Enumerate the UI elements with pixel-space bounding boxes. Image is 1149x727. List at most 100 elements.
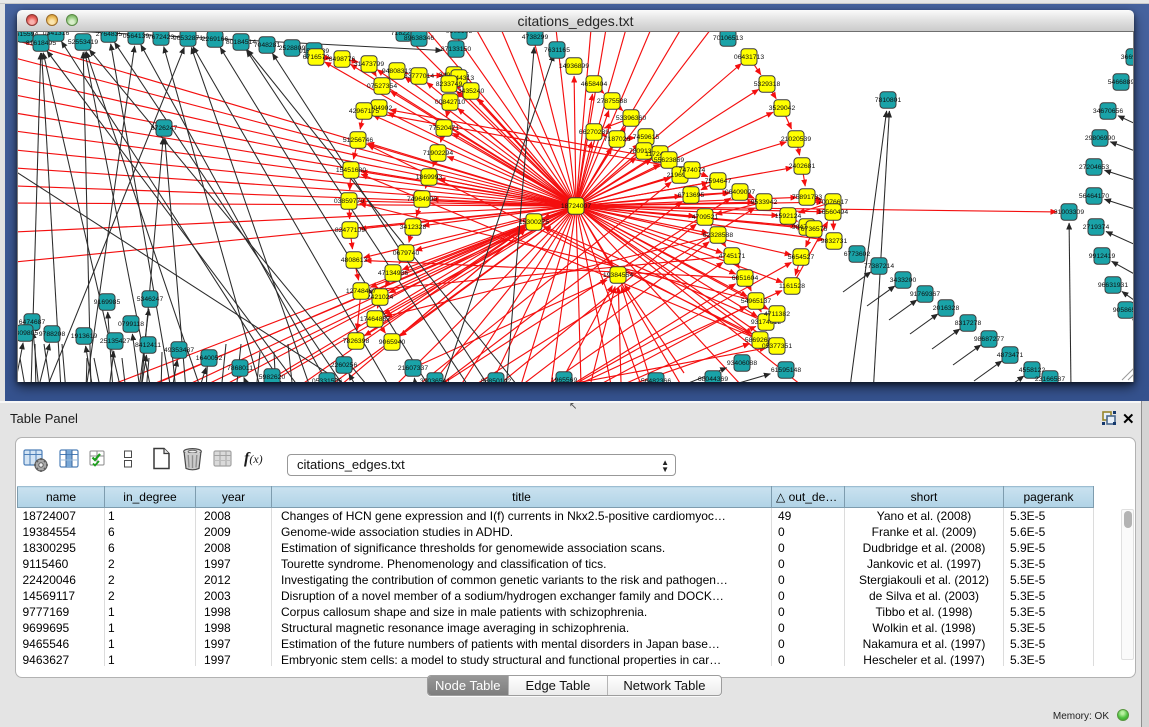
- svg-text:07527354: 07527354: [367, 83, 397, 90]
- svg-text:7187026: 7187026: [604, 136, 631, 143]
- svg-text:00842710: 00842710: [435, 99, 465, 106]
- svg-text:6736576: 6736576: [801, 226, 828, 233]
- svg-text:8726247: 8726247: [151, 125, 178, 132]
- svg-text:06431713: 06431713: [734, 54, 764, 61]
- svg-text:9065940: 9065940: [379, 339, 406, 346]
- svg-text:68044369: 68044369: [698, 376, 728, 382]
- svg-text:1869993: 1869993: [416, 174, 443, 181]
- svg-text:25135427: 25135427: [100, 338, 130, 345]
- svg-text:7672423: 7672423: [148, 34, 175, 41]
- svg-text:91769367: 91769367: [910, 291, 940, 298]
- svg-text:7868011: 7868011: [227, 365, 253, 372]
- svg-text:1965569: 1965569: [551, 377, 578, 382]
- svg-text:70106513: 70106513: [713, 35, 743, 42]
- svg-text:9912419: 9912419: [1089, 253, 1116, 260]
- svg-text:14936899: 14936899: [559, 63, 589, 70]
- svg-text:19384554: 19384554: [603, 272, 633, 279]
- svg-text:74964990: 74964990: [407, 196, 437, 203]
- svg-text:21607337: 21607337: [398, 365, 428, 372]
- svg-text:7631165: 7631165: [544, 47, 570, 54]
- svg-text:3529042: 3529042: [769, 105, 796, 112]
- svg-text:4808613: 4808613: [341, 257, 368, 264]
- svg-text:29806990: 29806990: [1085, 135, 1115, 142]
- svg-text:4745171: 4745171: [719, 253, 746, 260]
- svg-text:49353487: 49353487: [164, 347, 194, 354]
- svg-text:51256746: 51256746: [343, 137, 373, 144]
- svg-text:4873471: 4873471: [997, 352, 1024, 359]
- svg-text:6716572: 6716572: [303, 54, 330, 61]
- svg-text:6713695: 6713695: [678, 192, 705, 199]
- svg-text:56482366: 56482366: [641, 378, 671, 382]
- svg-text:7459615: 7459615: [633, 134, 660, 141]
- svg-text:98687277: 98687277: [974, 336, 1004, 343]
- svg-text:33036541: 33036541: [420, 378, 450, 382]
- svg-text:7048281: 7048281: [254, 42, 281, 49]
- svg-text:1161528: 1161528: [779, 283, 805, 290]
- svg-text:17464887: 17464887: [360, 316, 390, 323]
- svg-text:52553419: 52553419: [68, 39, 98, 46]
- svg-text:0564139: 0564139: [123, 33, 150, 40]
- svg-text:8317278: 8317278: [955, 320, 982, 327]
- svg-text:4738299: 4738299: [522, 34, 549, 41]
- svg-text:23166587: 23166587: [1035, 376, 1065, 382]
- svg-text:96631931: 96631931: [1098, 282, 1128, 289]
- svg-text:15300275: 15300275: [519, 219, 549, 226]
- svg-text:0341316: 0341316: [43, 32, 70, 37]
- svg-text:5982620: 5982620: [259, 374, 286, 381]
- svg-text:03859770: 03859770: [334, 198, 364, 205]
- svg-text:80184514: 80184514: [226, 39, 256, 46]
- svg-text:62328588: 62328588: [703, 232, 733, 239]
- svg-text:18724007: 18724007: [561, 203, 591, 210]
- svg-text:21020539: 21020539: [781, 136, 811, 143]
- svg-text:4711382: 4711382: [764, 311, 790, 318]
- svg-text:5346247: 5346247: [137, 296, 164, 303]
- svg-text:9832731: 9832731: [821, 238, 848, 245]
- svg-text:54965137: 54965137: [741, 298, 771, 305]
- svg-text:27875588: 27875588: [597, 98, 627, 105]
- svg-text:9169985: 9169985: [94, 299, 121, 306]
- svg-text:12748467: 12748467: [346, 288, 376, 295]
- svg-text:2269166: 2269166: [202, 36, 229, 43]
- svg-text:5654527: 5654527: [788, 254, 815, 261]
- svg-text:5466889: 5466889: [1108, 79, 1134, 86]
- svg-text:93406088: 93406088: [727, 360, 757, 367]
- svg-text:66270289: 66270289: [579, 129, 609, 136]
- svg-text:4309805: 4309805: [18, 330, 38, 337]
- svg-text:15451680: 15451680: [336, 167, 366, 174]
- svg-text:2421024: 2421024: [367, 294, 394, 301]
- svg-text:9533942: 9533942: [751, 199, 778, 206]
- svg-text:0799118: 0799118: [118, 321, 144, 328]
- svg-text:1592124: 1592124: [775, 213, 802, 220]
- svg-text:77520471: 77520471: [429, 125, 459, 132]
- svg-text:96532871: 96532871: [173, 35, 203, 42]
- svg-text:0679740: 0679740: [393, 250, 420, 257]
- svg-text:2764835: 2764835: [96, 32, 123, 38]
- svg-text:06409097: 06409097: [725, 189, 755, 196]
- svg-text:3412328: 3412328: [400, 224, 427, 231]
- svg-text:89638346: 89638346: [404, 35, 434, 42]
- svg-text:05377351: 05377351: [762, 343, 792, 350]
- svg-text:0103105: 0103105: [446, 32, 473, 35]
- svg-text:42967175: 42967175: [349, 108, 379, 115]
- svg-text:61595148: 61595148: [771, 367, 801, 374]
- svg-text:3669096: 3669096: [1121, 54, 1134, 61]
- svg-text:34670656: 34670656: [1093, 108, 1123, 115]
- svg-text:5329318: 5329318: [754, 81, 781, 88]
- svg-text:2402681: 2402681: [789, 163, 816, 170]
- svg-text:4658404: 4658404: [581, 81, 608, 88]
- svg-text:7810801: 7810801: [875, 97, 902, 104]
- svg-text:56464170: 56464170: [1079, 193, 1109, 200]
- svg-text:7826398: 7826398: [343, 338, 370, 345]
- svg-text:9058651: 9058651: [1113, 307, 1134, 314]
- svg-text:8233749: 8233749: [436, 81, 463, 88]
- svg-text:7474074: 7474074: [679, 167, 706, 174]
- svg-text:05331586: 05331586: [312, 378, 342, 382]
- svg-text:16560494: 16560494: [818, 209, 848, 216]
- svg-text:4558122: 4558122: [1019, 367, 1046, 374]
- svg-text:87133150: 87133150: [441, 46, 471, 53]
- svg-text:9788208: 9788208: [39, 331, 66, 338]
- svg-text:31473799: 31473799: [354, 61, 384, 68]
- svg-text:2260256: 2260256: [331, 362, 358, 369]
- svg-text:2719374: 2719374: [1083, 224, 1110, 231]
- svg-text:6773602: 6773602: [844, 251, 871, 258]
